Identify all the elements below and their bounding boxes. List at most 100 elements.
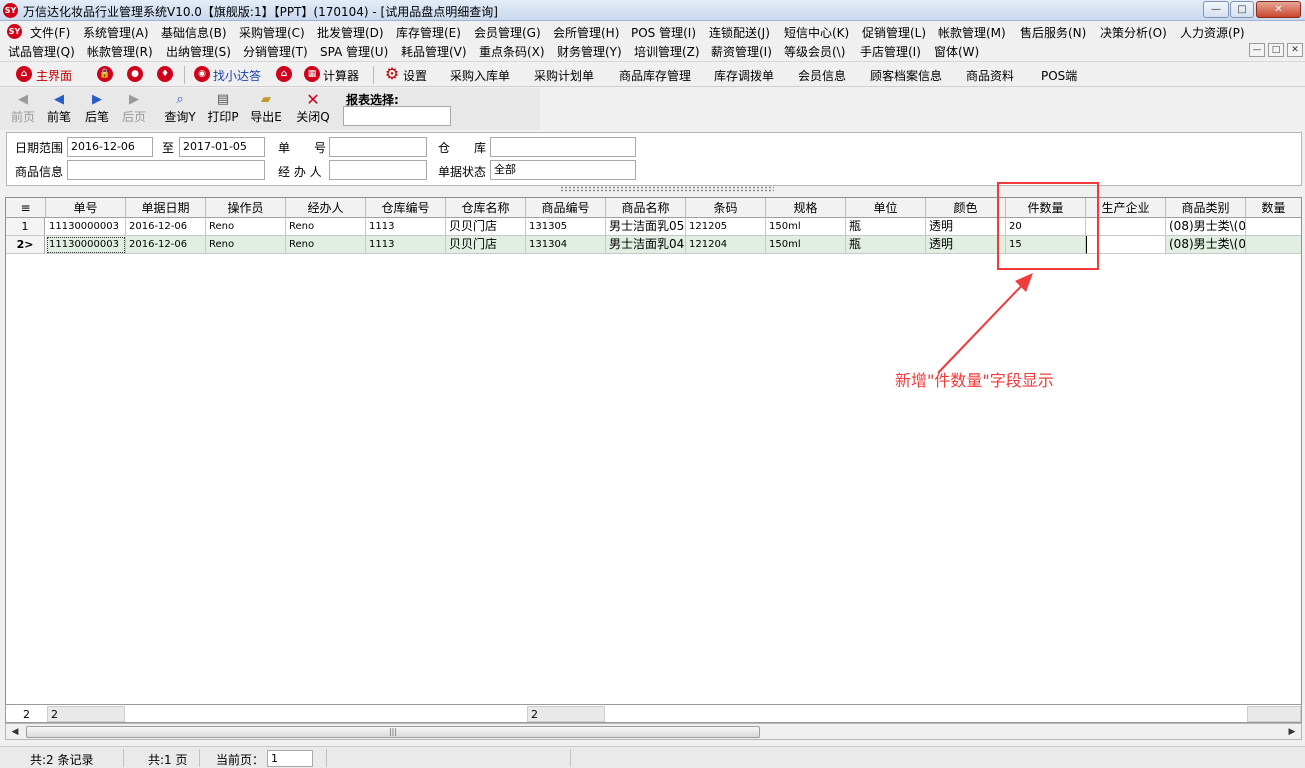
minimize-button[interactable]: — [1203,1,1229,18]
cell-operator[interactable]: Reno [206,218,286,236]
col-header-unit[interactable]: 单位 [846,198,926,218]
col-header-quantity[interactable]: 数量 [1246,198,1301,218]
cell-goods-category[interactable]: (08)男士类\(0 [1166,236,1246,254]
menu-promotion[interactable]: 促销管理(L) [862,24,926,41]
menu-sms[interactable]: 短信中心(K) [784,24,849,41]
menu-training[interactable]: 培训管理(Z) [634,43,700,60]
cell-handler[interactable]: Reno [286,218,366,236]
menu-distribution[interactable]: 分销管理(T) [243,43,308,60]
current-page-input[interactable]: 1 [267,750,313,767]
bill-status-select[interactable]: 全部 [490,160,636,180]
cell-goods-name[interactable]: 男士洁面乳05 [606,218,686,236]
cell-bill-date[interactable]: 2016-12-06 [126,218,206,236]
menu-pos[interactable]: POS 管理(I) [631,24,696,41]
col-header-color[interactable]: 颜色 [926,198,1006,218]
menu-system[interactable]: 系统管理(A) [83,24,149,41]
cell-warehouse-code[interactable]: 1113 [366,218,446,236]
date-to-input[interactable]: 2017-01-05 [179,137,265,157]
calculator-button[interactable]: 计算器 [323,67,359,84]
col-header-handler[interactable]: 经办人 [286,198,366,218]
col-header-warehouse-name[interactable]: 仓库名称 [446,198,526,218]
link-stock-management[interactable]: 商品库存管理 [619,67,691,84]
cell-goods-category[interactable]: (08)男士类\(0 [1166,218,1246,236]
print-button[interactable]: ▤ 打印P [204,91,242,129]
cell-bill-no[interactable]: 11130000003 [46,218,126,236]
cell-goods-code[interactable]: 131304 [526,236,606,254]
cell-unit[interactable]: 瓶 [846,236,926,254]
menu-store[interactable]: 手店管理(I) [860,43,921,60]
link-purchase-receipt[interactable]: 采购入库单 [450,67,510,84]
close-query-button[interactable]: ✕ 关闭Q [294,91,332,129]
cell-bill-date[interactable]: 2016-12-06 [126,236,206,254]
table-row[interactable]: 2> 11130000003 2016-12-06 Reno Reno 1113 贝贝门店 1… [6,236,1301,254]
cell-color[interactable]: 透明 [926,218,1006,236]
menu-finance[interactable]: 财务管理(Y) [557,43,622,60]
menu-basic-info[interactable]: 基础信息(B) [161,24,227,41]
menu-barcode[interactable]: 重点条码(X) [479,43,545,60]
menu-chain[interactable]: 连锁配送(J) [709,24,770,41]
prev-record-button[interactable]: ◀ 前笔 [41,91,77,129]
cell-unit[interactable]: 瓶 [846,218,926,236]
menu-cashier[interactable]: 出纳管理(S) [166,43,231,60]
menu-level-member[interactable]: 等级会员(\) [784,43,845,60]
link-goods-data[interactable]: 商品资料 [966,67,1014,84]
menu-member[interactable]: 会员管理(G) [474,24,541,41]
menu-decision[interactable]: 决策分析(O) [1100,24,1167,41]
col-header-goods-code[interactable]: 商品编号 [526,198,606,218]
cell-warehouse-name[interactable]: 贝贝门店 [446,218,526,236]
link-customer-profile[interactable]: 顾客档案信息 [870,67,942,84]
bill-no-input[interactable] [329,137,427,157]
cell-goods-name[interactable]: 男士洁面乳04 [606,236,686,254]
col-header-goods-category[interactable]: 商品类别 [1166,198,1246,218]
warehouse-input[interactable] [490,137,636,157]
last-page-button[interactable]: ▶ 后页 [116,91,152,129]
find-help-button[interactable]: 找小达答 [213,67,261,84]
col-header-barcode[interactable]: 条码 [686,198,766,218]
menu-trial[interactable]: 试品管理(Q) [8,43,75,60]
next-record-button[interactable]: ▶ 后笔 [79,91,115,129]
link-pos[interactable]: POS端 [1041,67,1077,84]
maximize-button[interactable]: □ [1230,1,1254,18]
link-stock-transfer[interactable]: 库存调拨单 [714,67,774,84]
cell-spec[interactable]: 150ml [766,236,846,254]
settings-button[interactable]: 设置 [403,67,427,84]
menu-window[interactable]: 窗体(W) [934,43,979,60]
cell-bill-no[interactable]: 11130000003 [46,236,126,254]
link-member-info[interactable]: 会员信息 [798,67,846,84]
query-button[interactable]: ⌕ 查询Y [161,91,199,129]
cell-spec[interactable]: 150ml [766,218,846,236]
mdi-minimize-button[interactable]: — [1249,43,1265,57]
cell-quantity[interactable] [1246,236,1301,254]
cell-quantity[interactable] [1246,218,1301,236]
col-header-bill-no[interactable]: 单号 [46,198,126,218]
first-page-button[interactable]: ◀ 前页 [5,91,41,129]
menu-after-sales[interactable]: 售后服务(N) [1020,24,1086,41]
panel-splitter[interactable] [560,186,774,192]
col-header-bill-date[interactable]: 单据日期 [126,198,206,218]
menu-purchase[interactable]: 采购管理(C) [239,24,305,41]
menu-hr[interactable]: 人力资源(P) [1180,24,1245,41]
grid-corner-icon[interactable]: ≡ [6,198,46,218]
cell-warehouse-code[interactable]: 1113 [366,236,446,254]
mdi-close-button[interactable]: ✕ [1287,43,1303,57]
house-icon[interactable]: ⌂ [276,66,292,82]
col-header-spec[interactable]: 规格 [766,198,846,218]
cell-operator[interactable]: Reno [206,236,286,254]
report-select-input[interactable] [343,106,451,126]
cell-warehouse-name[interactable]: 贝贝门店 [446,236,526,254]
mdi-restore-button[interactable]: □ [1268,43,1284,57]
menu-file[interactable]: 文件(F) [30,24,70,41]
col-header-warehouse-code[interactable]: 仓库编号 [366,198,446,218]
menu-consumables[interactable]: 耗品管理(V) [401,43,467,60]
menu-accounts[interactable]: 帐款管理(M) [938,24,1006,41]
scroll-right-icon[interactable]: ▶ [1285,725,1299,739]
cell-handler[interactable]: Reno [286,236,366,254]
chat-icon[interactable]: ● [127,66,143,82]
export-button[interactable]: ▰ 导出E [247,91,285,129]
col-header-operator[interactable]: 操作员 [206,198,286,218]
cell-color[interactable]: 透明 [926,236,1006,254]
row-header[interactable]: 1 [6,218,45,236]
menu-spa[interactable]: SPA 管理(U) [320,43,388,60]
row-header[interactable]: 2> [6,236,45,254]
scroll-left-icon[interactable]: ◀ [8,725,22,739]
